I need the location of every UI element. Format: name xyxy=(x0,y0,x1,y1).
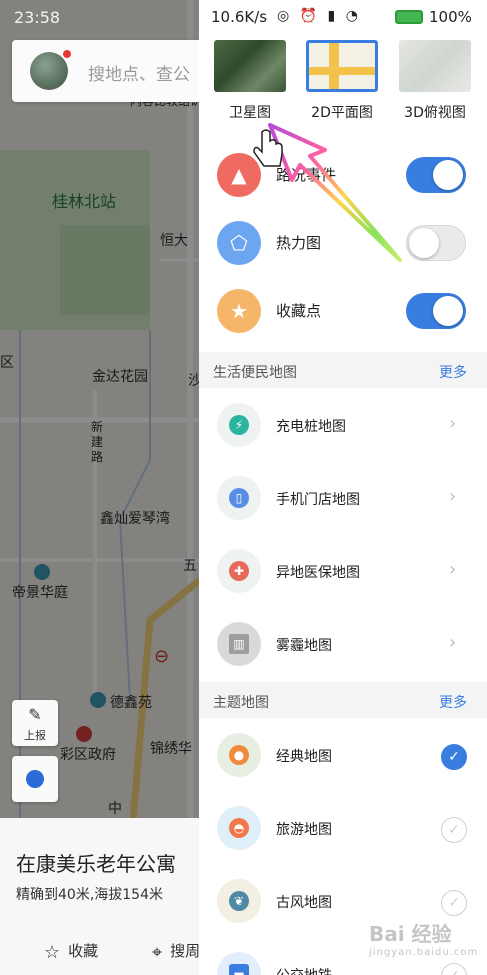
place-accuracy: 精确到40米,海拔154米 xyxy=(16,887,163,903)
favorites-label: 收藏点 xyxy=(276,302,322,320)
chevron-right-icon: › xyxy=(449,632,457,653)
more-link[interactable]: 更多 xyxy=(439,362,467,382)
traffic-switch[interactable] xyxy=(406,157,466,193)
charging-pile-icon: ⚡ xyxy=(217,403,261,447)
place-name: 在康美乐老年公寓 xyxy=(16,852,176,876)
edit-icon: ✎ xyxy=(28,705,42,724)
list-item-label: 旅游地图 xyxy=(276,822,332,838)
list-item-phone-store[interactable]: ▯ 手机门店地图 › xyxy=(199,462,487,535)
chevron-right-icon: › xyxy=(449,559,457,580)
status-bar: 10.6K/s ◎ ⏰ ▮ ◔ 100% xyxy=(199,0,487,34)
chevron-right-icon: › xyxy=(449,486,457,507)
list-item-travel-map[interactable]: ◓ 旅游地图 ✓ xyxy=(199,792,487,865)
list-item-medical[interactable]: ✚ 异地医保地图 › xyxy=(199,535,487,608)
check-icon[interactable]: ✓ xyxy=(441,817,467,843)
hand-cursor-icon xyxy=(253,129,283,167)
status-time: 23:58 xyxy=(14,8,61,27)
favorite-button[interactable]: ☆ 收藏 xyxy=(44,940,98,963)
switch-knob xyxy=(433,160,463,190)
list-item-label: 古风地图 xyxy=(276,895,332,911)
battery-percent: 100% xyxy=(429,8,472,26)
list-item-label: 异地医保地图 xyxy=(276,565,360,581)
3d-map-thumbnail xyxy=(399,40,471,92)
search-nearby-label: 搜周 xyxy=(170,942,201,960)
list-item-charging[interactable]: ⚡ 充电桩地图 › xyxy=(199,389,487,462)
section-title: 生活便民地图 xyxy=(213,365,297,381)
more-link[interactable]: 更多 xyxy=(439,692,467,712)
watermark-main: Bai 经验 xyxy=(369,922,452,946)
locate-button[interactable] xyxy=(12,756,58,802)
star-icon: ★ xyxy=(217,289,261,333)
section-theme-maps: 主题地图 更多 xyxy=(199,682,487,718)
check-icon[interactable]: ✓ xyxy=(441,963,467,975)
list-item-haze[interactable]: ▥ 雾霾地图 › xyxy=(199,608,487,681)
bus-metro-icon: ▬ xyxy=(217,952,261,975)
flat-map-thumbnail xyxy=(306,40,378,92)
notification-dot xyxy=(63,50,71,58)
haze-city-icon: ▥ xyxy=(217,622,261,666)
battery-icon xyxy=(395,10,423,24)
report-button[interactable]: ✎ 上报 xyxy=(12,700,58,746)
medical-insurance-icon: ✚ xyxy=(217,549,261,593)
section-life-maps: 生活便民地图 更多 xyxy=(199,352,487,388)
classic-map-icon: ● xyxy=(217,733,261,777)
list-item-label: 公交地铁 xyxy=(276,965,332,975)
list-item-label: 经典地图 xyxy=(276,749,332,765)
star-outline-icon: ☆ xyxy=(44,942,61,963)
chevron-right-icon: › xyxy=(449,413,457,434)
hot-air-balloon-icon: ◓ xyxy=(217,806,261,850)
favorite-label: 收藏 xyxy=(68,942,99,960)
status-icons: ◎ ⏰ ▮ ◔ xyxy=(277,8,361,24)
check-icon[interactable]: ✓ xyxy=(441,744,467,770)
location-pin-icon: ⌖ xyxy=(152,942,163,963)
list-item-label: 手机门店地图 xyxy=(276,492,360,508)
list-item-label: 充电桩地图 xyxy=(276,419,346,435)
network-speed: 10.6K/s xyxy=(211,8,268,26)
watermark-sub: jingyan.baidu.com xyxy=(369,947,479,958)
report-label: 上报 xyxy=(24,729,46,742)
watermark-logo: Bai 经验 jingyan.baidu.com xyxy=(369,918,478,958)
check-icon[interactable]: ✓ xyxy=(441,890,467,916)
phone-store-icon: ▯ xyxy=(217,476,261,520)
toggle-row-favorites[interactable]: ★ 收藏点 xyxy=(199,277,487,345)
compass-icon xyxy=(26,770,44,788)
avatar[interactable] xyxy=(30,52,68,90)
list-item-classic-map[interactable]: ● 经典地图 ✓ xyxy=(199,719,487,792)
search-nearby-button[interactable]: ⌖ 搜周 xyxy=(152,940,200,963)
satellite-thumbnail xyxy=(214,40,286,92)
bird-painting-icon: ❦ xyxy=(217,879,261,923)
list-item-label: 雾霾地图 xyxy=(276,638,332,654)
switch-knob xyxy=(409,228,439,258)
annotation-arrow xyxy=(253,123,402,262)
favorites-switch[interactable] xyxy=(406,293,466,329)
section-title: 主题地图 xyxy=(213,695,269,711)
switch-knob xyxy=(433,296,463,326)
heatmap-switch[interactable] xyxy=(406,225,466,261)
